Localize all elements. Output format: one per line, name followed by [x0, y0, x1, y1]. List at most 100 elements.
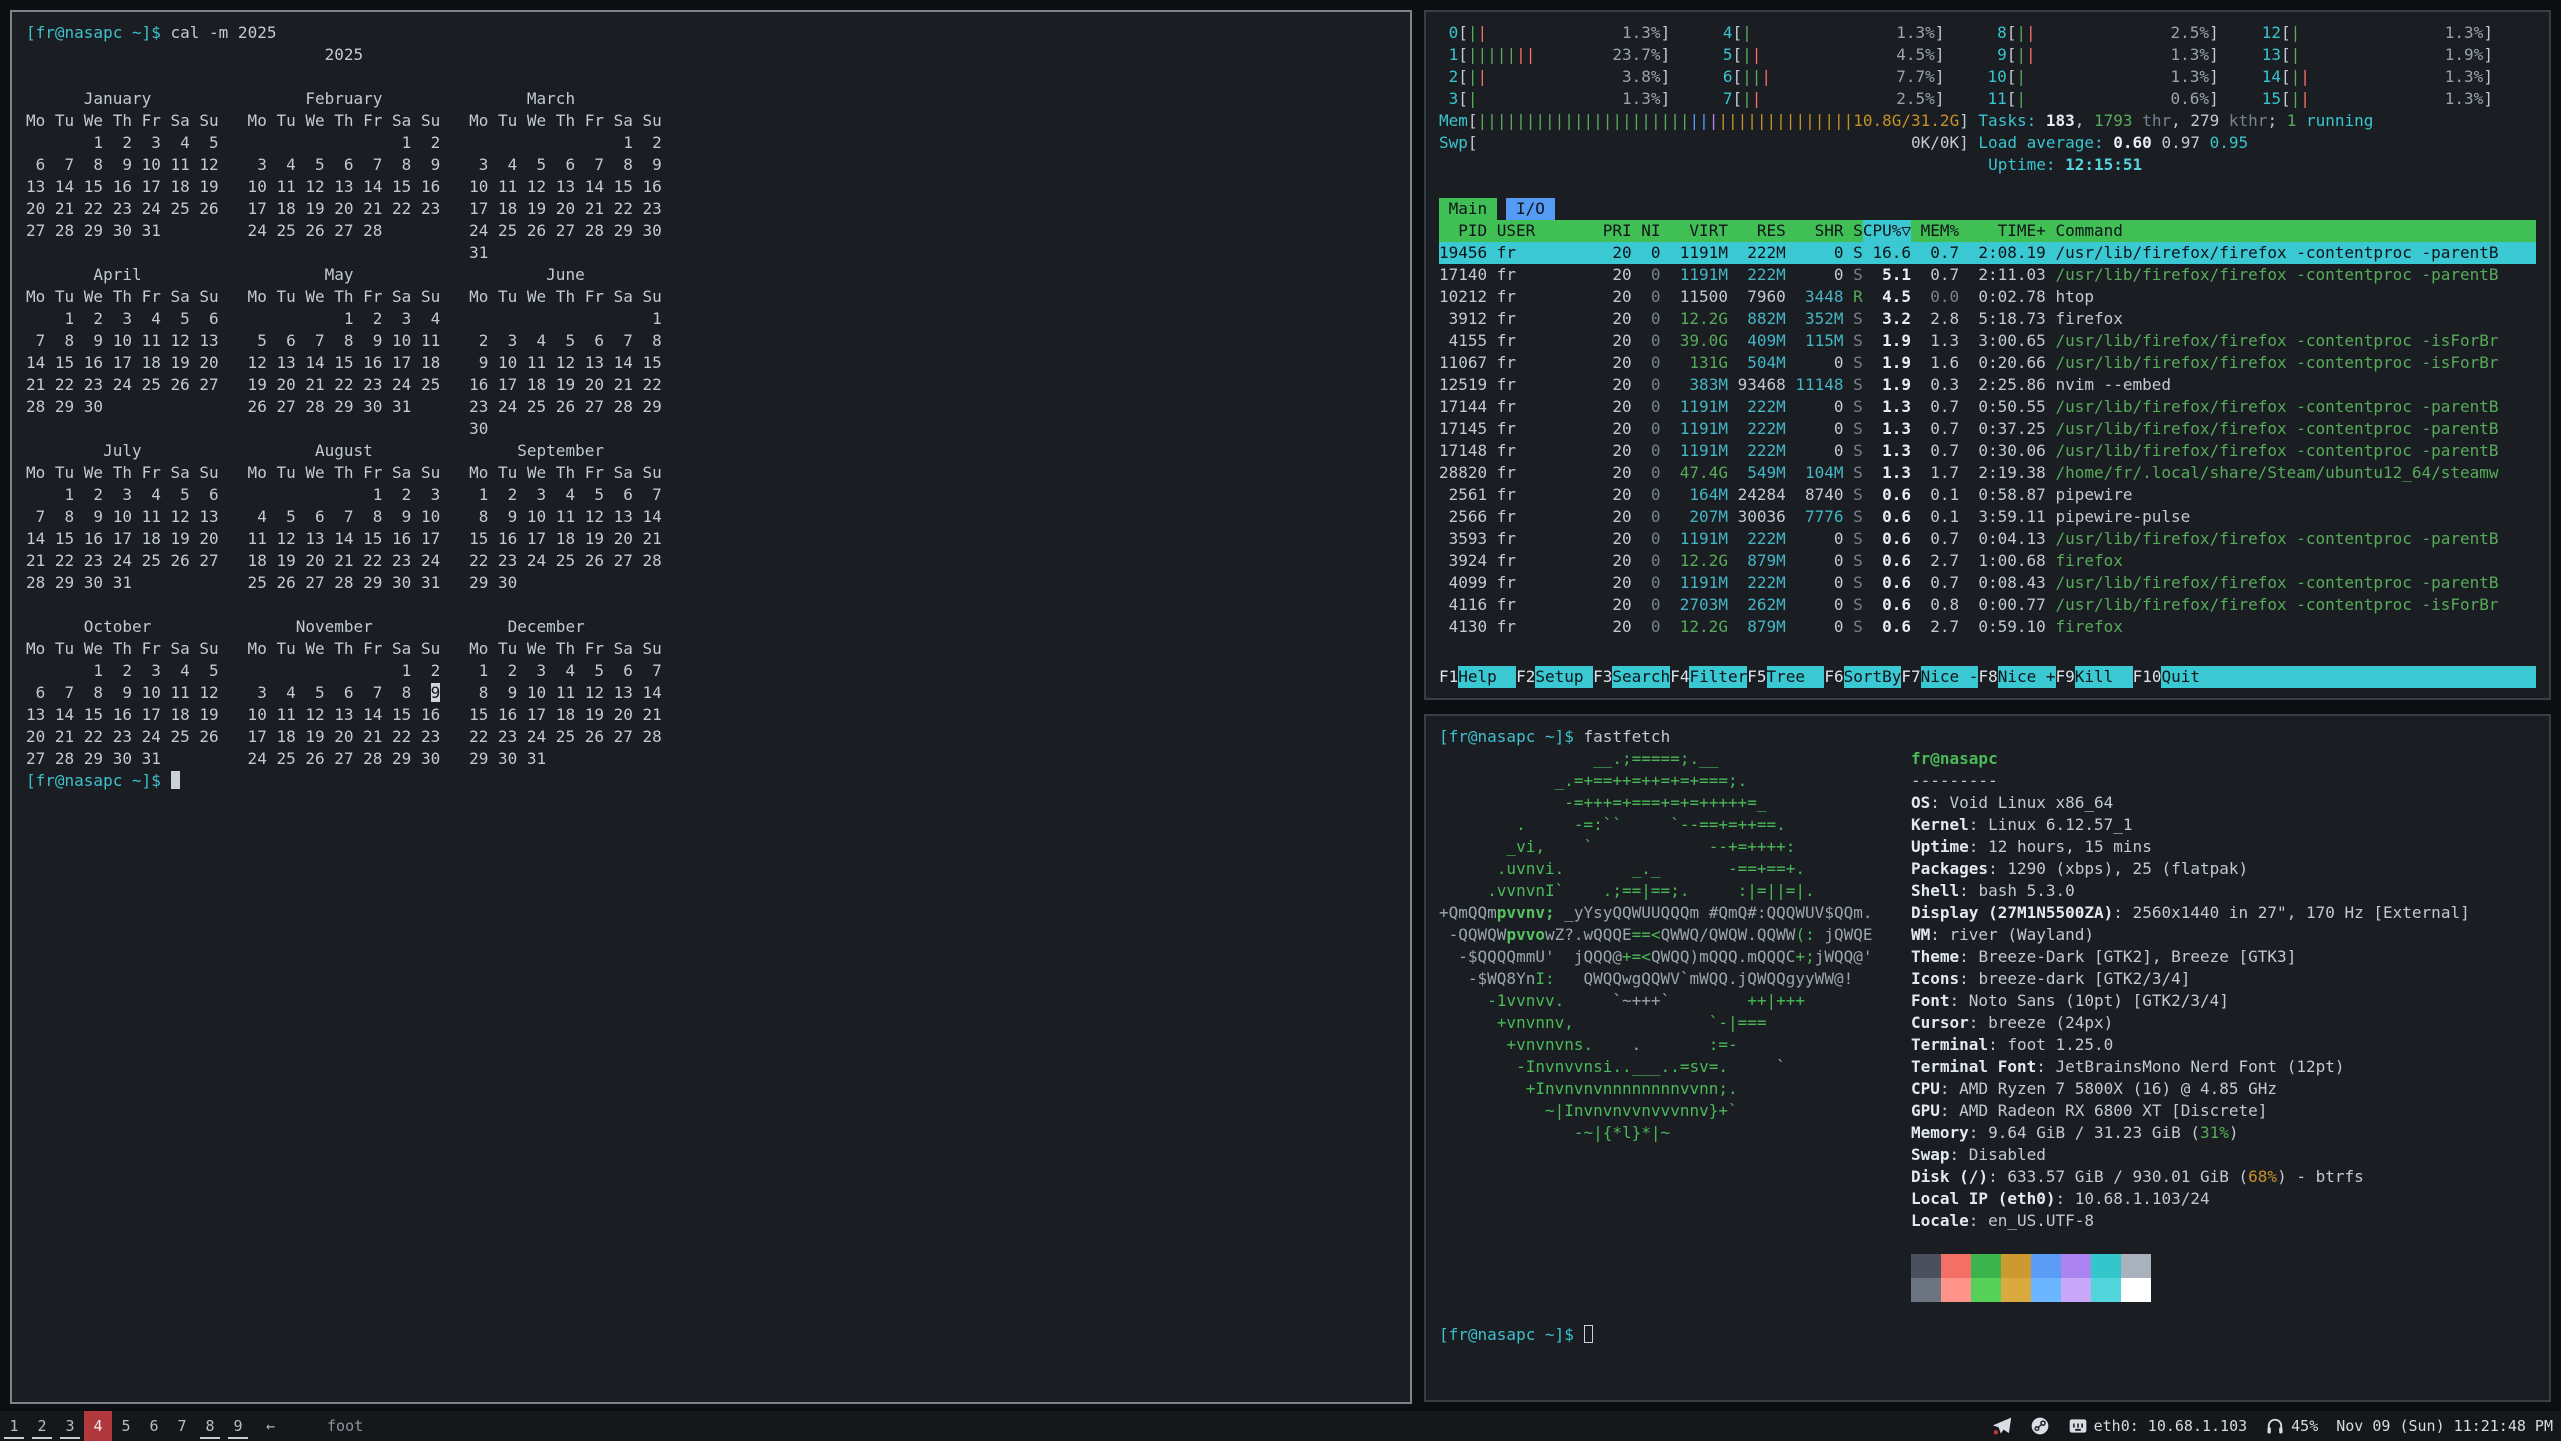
column-header-res[interactable]: RES [1728, 220, 1786, 242]
fkey-label-f9[interactable]: Kill [2075, 666, 2133, 688]
fkey-f5[interactable]: F5 [1747, 666, 1766, 688]
volume-status: 45% [2265, 1415, 2318, 1437]
column-header-shr[interactable]: SHR [1786, 220, 1844, 242]
ascii-art-line: ~|Invnvnvvnvvvnnv}+` [1439, 1100, 1911, 1122]
process-row-selected[interactable]: 19456fr2001191M222M0S16.60.72:08.19/usr/… [1439, 242, 2536, 264]
process-row[interactable]: 4116fr2002703M262M0S0.60.80:00.77/usr/li… [1439, 594, 2536, 616]
shell-prompt-line: [fr@nasapc ~]$ [1439, 1324, 2536, 1346]
htop-memory-row: Mem[||||||||||||||||||||||||||||||||||||… [1439, 110, 2536, 132]
htop-function-key-bar: F1Help F2Setup F3SearchF4FilterF5Tree F6… [1439, 666, 2536, 688]
process-row[interactable]: 11067fr200131G504M0S1.91.60:20.66/usr/li… [1439, 352, 2536, 374]
cpu-meter-4: 4[|1.3%] [1713, 22, 1987, 44]
workspace-tag-9[interactable]: 9 [224, 1411, 252, 1441]
telegram-icon[interactable] [1992, 1416, 2012, 1436]
column-header-pid[interactable]: PID [1439, 220, 1487, 242]
column-header-ni[interactable]: NI [1632, 220, 1661, 242]
fkey-label-f7[interactable]: Nice - [1921, 666, 1979, 688]
process-row[interactable]: 17144fr2001191M222M0S1.30.70:50.55/usr/l… [1439, 396, 2536, 418]
fkey-label-f8[interactable]: Nice + [1998, 666, 2056, 688]
process-row[interactable]: 4130fr20012.2G879M0S0.62.70:59.10firefox [1439, 616, 2536, 638]
process-row[interactable]: 17140fr2001191M222M0S5.10.72:11.03/usr/l… [1439, 264, 2536, 286]
fastfetch-info-line: --------- [1911, 770, 2470, 792]
shell-command-line: [fr@nasapc ~]$ fastfetch [1439, 726, 2536, 748]
fastfetch-info-line: Font: Noto Sans (10pt) [GTK2/3/4] [1911, 990, 2470, 1012]
process-row[interactable]: 10212fr2001150079603448R4.50.00:02.78hto… [1439, 286, 2536, 308]
fkey-f8[interactable]: F8 [1978, 666, 1997, 688]
fkey-label-f4[interactable]: Filter [1689, 666, 1747, 688]
column-header-time[interactable]: TIME+ [1959, 220, 2046, 242]
process-row[interactable]: 28820fr20047.4G549M104MS1.31.72:19.38/ho… [1439, 462, 2536, 484]
fkey-label-f1[interactable]: Help [1458, 666, 1516, 688]
steam-icon[interactable] [2030, 1416, 2050, 1436]
fastfetch-info-line: Kernel: Linux 6.12.57_1 [1911, 814, 2470, 836]
fastfetch-info-line: Locale: en_US.UTF-8 [1911, 1210, 2470, 1232]
workspace-tag-8[interactable]: 8 [196, 1411, 224, 1441]
process-row[interactable]: 3912fr20012.2G882M352MS3.22.85:18.73fire… [1439, 308, 2536, 330]
column-header-pri[interactable]: PRI [1593, 220, 1632, 242]
ascii-art-line: +vnvnnv, `-|=== [1439, 1012, 1911, 1034]
cpu-meter-3: 3[|1.3%] [1439, 88, 1713, 110]
terminal-pane-htop[interactable]: 0[||1.3%]4[|1.3%]8[||2.5%]12[|1.3%]1[|||… [1424, 10, 2551, 700]
fastfetch-info-line: WM: river (Wayland) [1911, 924, 2470, 946]
fkey-label-f6[interactable]: SortBy [1844, 666, 1902, 688]
fkey-f7[interactable]: F7 [1901, 666, 1920, 688]
htop-table-header[interactable]: PIDUSERPRINIVIRTRESSHRSCPU%▽MEM%TIME+Com… [1439, 220, 2536, 242]
fkey-f9[interactable]: F9 [2056, 666, 2075, 688]
htop-tab-main[interactable]: Main [1439, 198, 1497, 220]
fkey-label-f3[interactable]: Search [1612, 666, 1670, 688]
shell-prompt: [fr@nasapc ~]$ [26, 771, 161, 790]
process-row[interactable]: 12519fr200383M9346811148S1.90.32:25.86nv… [1439, 374, 2536, 396]
workspace-tag-3[interactable]: 3 [56, 1411, 84, 1441]
workspace-tag-1[interactable]: 1 [0, 1411, 28, 1441]
fkey-f4[interactable]: F4 [1670, 666, 1689, 688]
workspace-tag-6[interactable]: 6 [140, 1411, 168, 1441]
terminal-pane-calendar[interactable]: [fr@nasapc ~]$ cal -m 2025 2025 January … [10, 10, 1412, 1404]
fastfetch-info-line: Icons: breeze-dark [GTK2/3/4] [1911, 968, 2470, 990]
palette-swatch [1941, 1278, 1971, 1302]
htop-tab-io[interactable]: I/O [1506, 198, 1554, 220]
cpu-meter-7: 7[||2.5%] [1713, 88, 1987, 110]
process-row[interactable]: 3593fr2001191M222M0S0.60.70:04.13/usr/li… [1439, 528, 2536, 550]
process-row[interactable]: 17145fr2001191M222M0S1.30.70:37.25/usr/l… [1439, 418, 2536, 440]
calendar-output: 2025 January February March Mo Tu We Th … [26, 44, 1396, 770]
column-header-virt[interactable]: VIRT [1661, 220, 1728, 242]
ascii-art-line: .vvnvnI` .;==|==;. :|=||=|. [1439, 880, 1911, 902]
workspace-tag-5[interactable]: 5 [112, 1411, 140, 1441]
fkey-label-f10[interactable]: Quit [2161, 666, 2536, 688]
htop-process-list: 19456fr2001191M222M0S16.60.72:08.19/usr/… [1439, 242, 2536, 638]
terminal-pane-fastfetch[interactable]: [fr@nasapc ~]$ fastfetch __.;=====;.__ _… [1424, 714, 2551, 1402]
fkey-f2[interactable]: F2 [1516, 666, 1535, 688]
column-header-st[interactable]: S [1844, 220, 1863, 242]
process-row[interactable]: 4155fr20039.0G409M115MS1.91.33:00.65/usr… [1439, 330, 2536, 352]
process-row[interactable]: 4099fr2001191M222M0S0.60.70:08.43/usr/li… [1439, 572, 2536, 594]
status-bar-right: eth0: 10.68.1.103 45% Nov 09 (Sun) 11:21… [1992, 1415, 2561, 1437]
palette-swatch [1911, 1278, 1941, 1302]
cpu-meter-6: 6[|||7.7%] [1713, 66, 1987, 88]
workspace-tag-4[interactable]: 4 [84, 1411, 112, 1441]
column-header-user[interactable]: USER [1487, 220, 1593, 242]
ascii-art-line: __.;=====;.__ [1439, 748, 1911, 770]
fkey-label-f5[interactable]: Tree [1767, 666, 1825, 688]
fkey-label-f2[interactable]: Setup [1535, 666, 1593, 688]
column-header-cmd[interactable]: Command [2046, 220, 2536, 242]
column-header-cpu[interactable]: CPU%▽ [1863, 220, 1911, 242]
process-row[interactable]: 2561fr200164M242848740S0.60.10:58.87pipe… [1439, 484, 2536, 506]
ascii-art-line: _.=+==++=++=+=+===;. [1439, 770, 1911, 792]
process-row[interactable]: 17148fr2001191M222M0S1.30.70:30.06/usr/l… [1439, 440, 2536, 462]
process-row[interactable]: 3924fr20012.2G879M0S0.62.71:00.68firefox [1439, 550, 2536, 572]
volume-level: 45% [2291, 1415, 2318, 1437]
workspace-tag-2[interactable]: 2 [28, 1411, 56, 1441]
cpu-meter-9: 9[||1.3%] [1988, 44, 2262, 66]
workspace-tag-7[interactable]: 7 [168, 1411, 196, 1441]
process-row[interactable]: 2566fr200207M300367776S0.60.13:59.11pipe… [1439, 506, 2536, 528]
ascii-art-line: _vi, ` --+=++++: [1439, 836, 1911, 858]
fastfetch-info-line: Terminal Font: JetBrainsMono Nerd Font (… [1911, 1056, 2470, 1078]
fkey-f6[interactable]: F6 [1824, 666, 1843, 688]
cpu-meter-15: 15[||1.3%] [2262, 88, 2536, 110]
ascii-art-line: +vnvnvns. . :=- [1439, 1034, 1911, 1056]
fkey-f10[interactable]: F10 [2133, 666, 2162, 688]
fkey-f3[interactable]: F3 [1593, 666, 1612, 688]
palette-swatch [2121, 1254, 2151, 1278]
column-header-mem[interactable]: MEM% [1911, 220, 1959, 242]
fkey-f1[interactable]: F1 [1439, 666, 1458, 688]
